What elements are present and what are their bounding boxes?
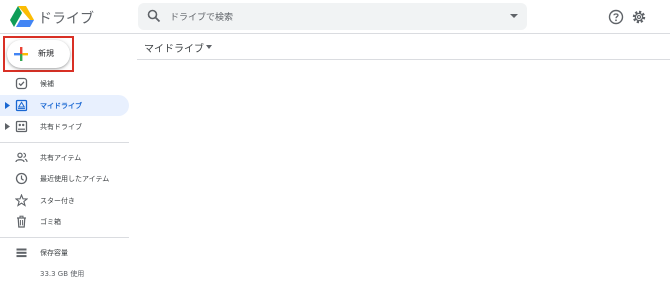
trash-icon [15, 215, 28, 228]
people-icon [15, 151, 28, 164]
sidebar-item-starred[interactable]: スター付き [0, 190, 129, 211]
sidebar-item-label: 共有アイテム [40, 154, 82, 162]
sidebar-item-label: 共有ドライブ [40, 123, 82, 131]
sidebar-item-label: 最近使用したアイテム [40, 175, 110, 183]
sidebar-item-shared-drives[interactable]: 共有ドライブ [0, 116, 129, 137]
chevron-down-icon[interactable] [206, 45, 212, 49]
star-icon [15, 194, 28, 207]
new-button-label: 新規 [38, 49, 54, 58]
sidebar-item-shared-with-me[interactable]: 共有アイテム [0, 147, 129, 168]
expand-arrow-icon[interactable] [5, 123, 10, 130]
sidebar-item-priority[interactable]: 候補 [0, 73, 129, 94]
sidebar-item-label: ゴミ箱 [40, 218, 61, 226]
clock-icon [15, 172, 28, 185]
storage-used-text: 33.3 GB 使用 [40, 270, 85, 278]
search-input[interactable]: ドライブで検索 [170, 10, 233, 23]
gear-icon[interactable] [631, 9, 647, 25]
sidebar-item-storage[interactable]: 保存容量 [0, 242, 129, 263]
main-divider [137, 59, 670, 60]
sidebar-divider [0, 237, 129, 238]
priority-icon [15, 77, 28, 90]
page-title[interactable]: マイドライブ [144, 40, 204, 55]
help-icon[interactable] [608, 9, 624, 25]
sidebar-item-trash[interactable]: ゴミ箱 [0, 211, 129, 232]
top-bar: ドライブ ドライブで検索 [0, 0, 670, 34]
sidebar-divider [0, 142, 129, 143]
plus-icon [13, 46, 29, 62]
new-button[interactable]: 新規 [7, 40, 70, 68]
search-options-icon[interactable] [510, 13, 518, 19]
sidebar-item-label: 候補 [40, 80, 54, 88]
sidebar-item-label: マイドライブ [40, 102, 82, 110]
my-drive-icon [15, 99, 28, 112]
expand-arrow-icon[interactable] [5, 102, 10, 109]
shared-drives-icon [15, 120, 28, 133]
sidebar-item-my-drive[interactable]: マイドライブ [0, 95, 129, 116]
drive-logo-icon[interactable] [10, 6, 34, 28]
storage-icon [15, 246, 28, 259]
app-title[interactable]: ドライブ [38, 8, 94, 28]
sidebar-item-recent[interactable]: 最近使用したアイテム [0, 168, 129, 189]
search-icon[interactable] [147, 9, 161, 23]
sidebar-item-label: スター付き [40, 197, 75, 205]
search-bar[interactable]: ドライブで検索 [138, 3, 527, 30]
sidebar-item-label: 保存容量 [40, 249, 68, 257]
